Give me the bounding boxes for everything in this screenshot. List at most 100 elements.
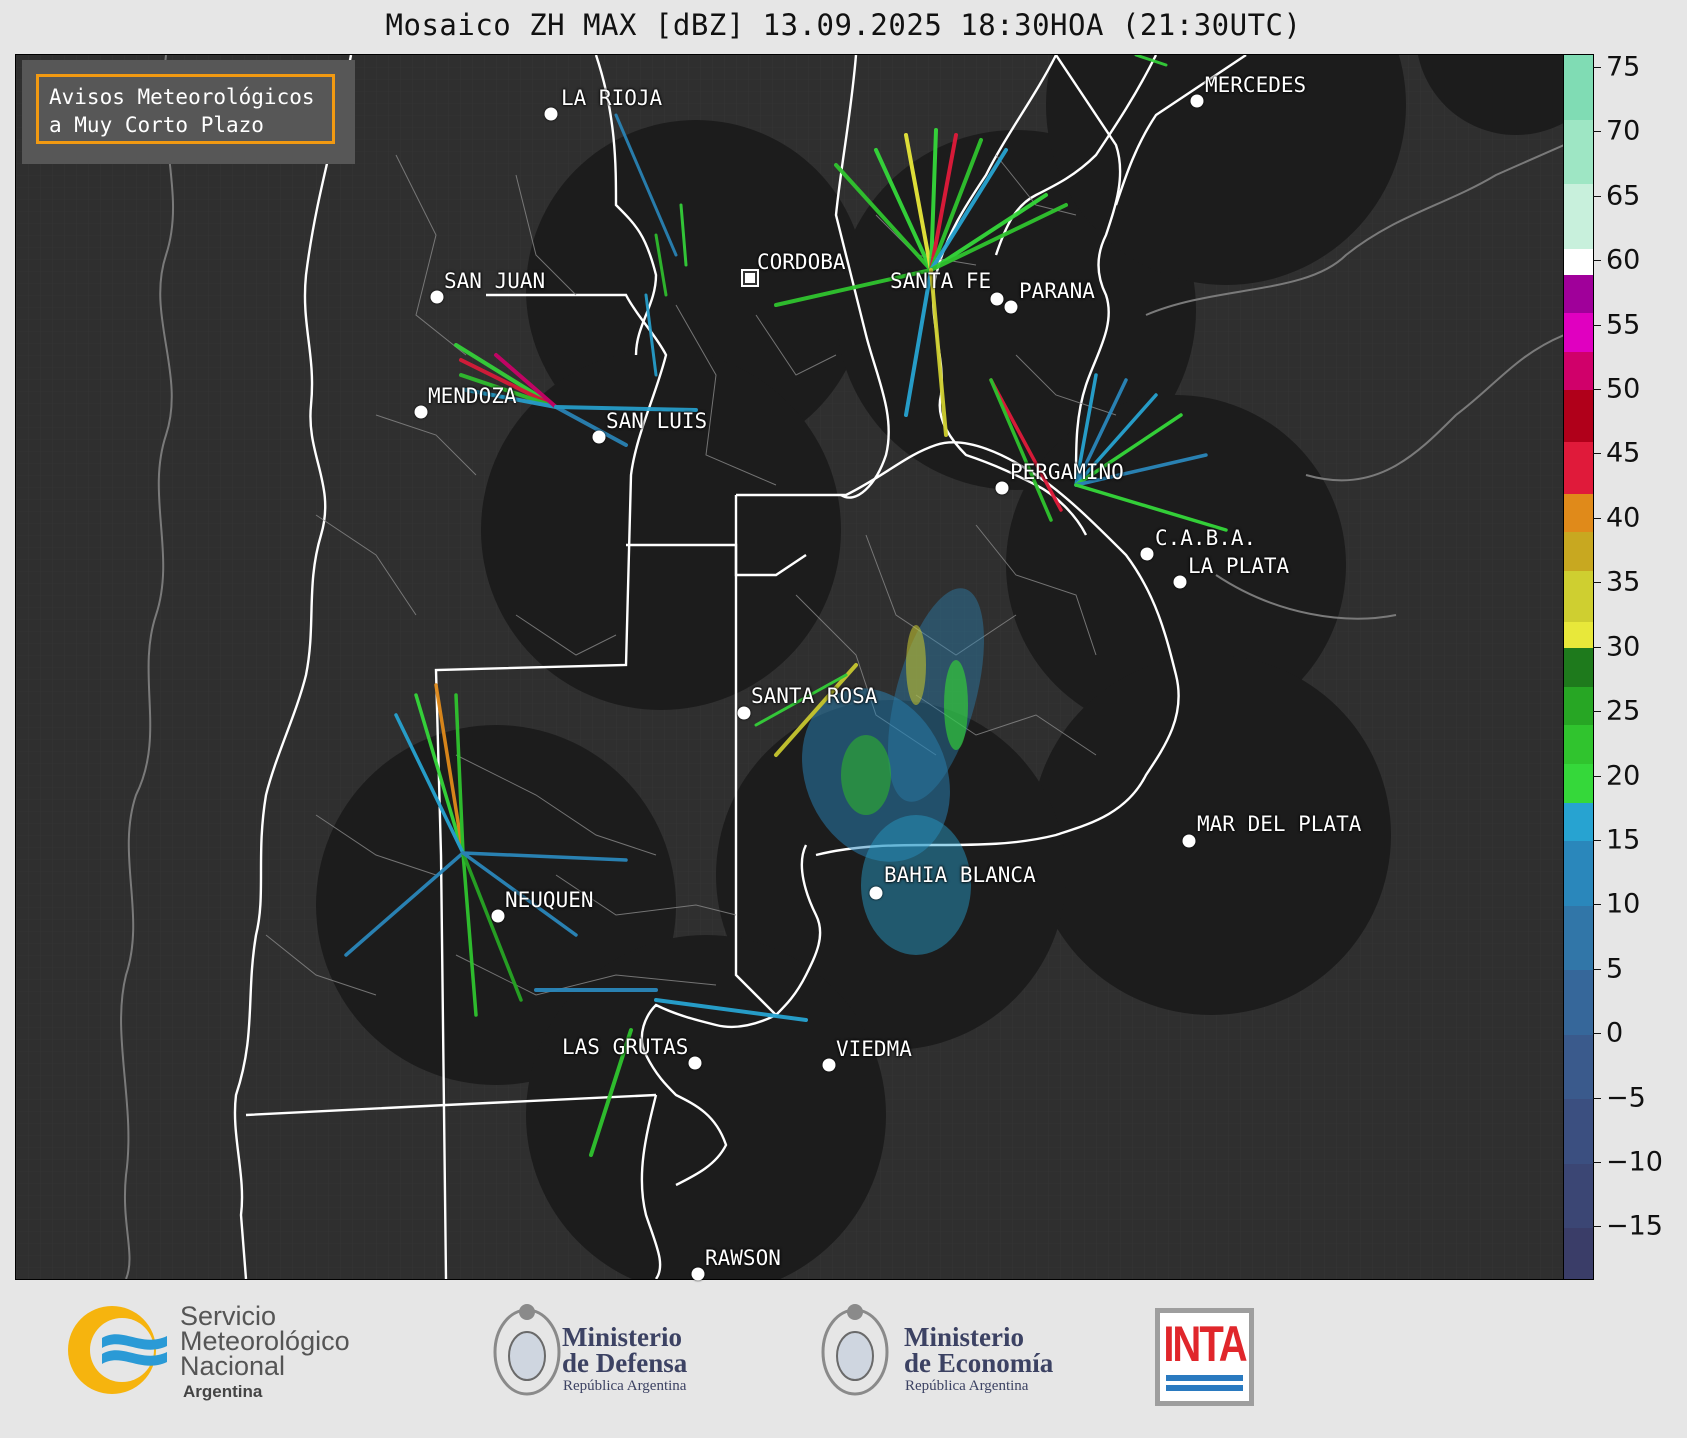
city-label: VIEDMA: [836, 1037, 912, 1061]
colorbar-tick-label: 65: [1606, 180, 1641, 212]
smn-name: Servicio Meteorológico Nacional: [180, 1303, 350, 1381]
economia-seal-icon: [821, 1304, 889, 1396]
city-marker: [691, 1267, 705, 1281]
colorbar-segment: [1564, 1163, 1593, 1228]
city-marker: [1182, 834, 1196, 848]
radar-coverage-lasgrutas: [526, 935, 886, 1279]
city-label: LA PLATA: [1188, 554, 1290, 578]
defensa-name: Ministerio de Defensa: [562, 1322, 688, 1378]
defensa-line-2: de Defensa: [562, 1348, 688, 1378]
radar-map[interactable]: [15, 54, 1565, 1280]
city-marker: [741, 269, 759, 287]
city-marker: [688, 1056, 702, 1070]
colorbar-segment: [1564, 531, 1593, 571]
colorbar-tick-label: 70: [1606, 115, 1641, 147]
map-title: Mosaico ZH MAX [dBZ] 13.09.2025 18:30HOA…: [385, 8, 1302, 42]
alert-link[interactable]: Avisos Meteorológicos a Muy Corto Plazo: [36, 74, 335, 144]
city-marker: [414, 405, 428, 419]
colorbar-segment: [1564, 686, 1593, 726]
colorbar-segment: [1564, 351, 1593, 391]
city-marker: [1173, 575, 1187, 589]
city-marker: [822, 1058, 836, 1072]
city-label: MENDOZA: [428, 384, 517, 408]
city-label: MAR DEL PLATA: [1197, 812, 1362, 836]
colorbar-segment: [1564, 621, 1593, 649]
colorbar-tick: [1593, 131, 1601, 133]
colorbar-tick-label: 45: [1606, 437, 1641, 469]
city-label: MERCEDES: [1205, 73, 1307, 97]
colorbar-tick: [1593, 968, 1601, 970]
city-label: NEUQUEN: [505, 888, 594, 912]
colorbar-tick: [1593, 517, 1601, 519]
city-label: CORDOBA: [757, 250, 846, 274]
smn-logo: [68, 1306, 167, 1394]
colorbar-tick-label: 55: [1606, 309, 1641, 341]
colorbar-segment: [1564, 1034, 1593, 1100]
colorbar-segment: [1564, 840, 1593, 906]
colorbar-tick: [1593, 324, 1601, 326]
city-label: LA RIOJA: [561, 86, 663, 110]
smn-country: Argentina: [183, 1382, 263, 1401]
city-marker: [544, 107, 558, 121]
colorbar-segment: [1564, 724, 1593, 765]
economia-line-2: de Economía: [904, 1348, 1054, 1378]
colorbar-tick-label: 5: [1606, 953, 1624, 985]
colorbar-segment: [1564, 441, 1593, 494]
colorbar-segment: [1564, 802, 1593, 842]
city-marker: [592, 430, 606, 444]
colorbar-tick-label: 40: [1606, 502, 1641, 534]
city-label: PERGAMINO: [1010, 460, 1124, 484]
map-canvas: [16, 55, 1564, 1279]
alert-line-1: Avisos Meteorológicos: [49, 85, 315, 109]
colorbar-segment: [1564, 969, 1593, 1035]
colorbar-tick-label: −15: [1606, 1210, 1663, 1242]
defensa-line-1: Ministerio: [562, 1322, 682, 1352]
colorbar-tick: [1593, 646, 1601, 648]
colorbar-tick: [1593, 195, 1601, 197]
colorbar-tick: [1593, 453, 1601, 455]
city-marker: [737, 706, 751, 720]
defensa-seal-icon: [493, 1304, 561, 1396]
colorbar-tick: [1593, 1226, 1601, 1228]
colorbar-tick-label: 75: [1606, 51, 1641, 83]
colorbar-tick: [1593, 66, 1601, 68]
colorbar-tick-label: 0: [1606, 1017, 1624, 1049]
city-label: RAWSON: [705, 1246, 781, 1270]
colorbar-tick-label: 50: [1606, 373, 1641, 405]
defensa-country: República Argentina: [563, 1378, 687, 1394]
city-marker: [430, 290, 444, 304]
inta-wordmark: INTA: [1163, 1317, 1247, 1372]
economia-country: República Argentina: [905, 1378, 1029, 1394]
city-label: BAHIA BLANCA: [884, 863, 1036, 887]
city-marker: [1190, 94, 1204, 108]
colorbar-tick-label: 30: [1606, 631, 1641, 663]
colorbar: [1563, 54, 1594, 1280]
colorbar-segment: [1564, 570, 1593, 623]
colorbar-tick-label: −5: [1606, 1082, 1646, 1114]
colorbar-tick: [1593, 1033, 1601, 1035]
colorbar-tick-label: 35: [1606, 566, 1641, 598]
colorbar-segment: [1564, 312, 1593, 352]
colorbar-segment: [1564, 1227, 1593, 1279]
city-marker: [995, 481, 1009, 495]
colorbar-segment: [1564, 647, 1593, 687]
colorbar-segment: [1564, 55, 1593, 120]
smn-line-3: Nacional: [180, 1351, 286, 1381]
city-label: SANTA ROSA: [751, 684, 878, 708]
colorbar-segment: [1564, 493, 1593, 533]
colorbar-tick: [1593, 775, 1601, 777]
city-label: LAS GRUTAS: [562, 1035, 689, 1059]
city-label: SANTA FE: [890, 269, 992, 293]
colorbar-tick-label: 25: [1606, 695, 1641, 727]
colorbar-segment: [1564, 119, 1593, 185]
colorbar-tick: [1593, 711, 1601, 713]
colorbar-tick: [1593, 388, 1601, 390]
colorbar-tick: [1593, 1162, 1601, 1164]
colorbar-tick: [1593, 904, 1601, 906]
colorbar-segment: [1564, 248, 1593, 275]
city-marker: [869, 886, 883, 900]
city-label: SAN JUAN: [444, 269, 546, 293]
colorbar-tick: [1593, 582, 1601, 584]
economia-name: Ministerio de Economía: [904, 1324, 1054, 1378]
colorbar-tick-label: −10: [1606, 1146, 1663, 1178]
